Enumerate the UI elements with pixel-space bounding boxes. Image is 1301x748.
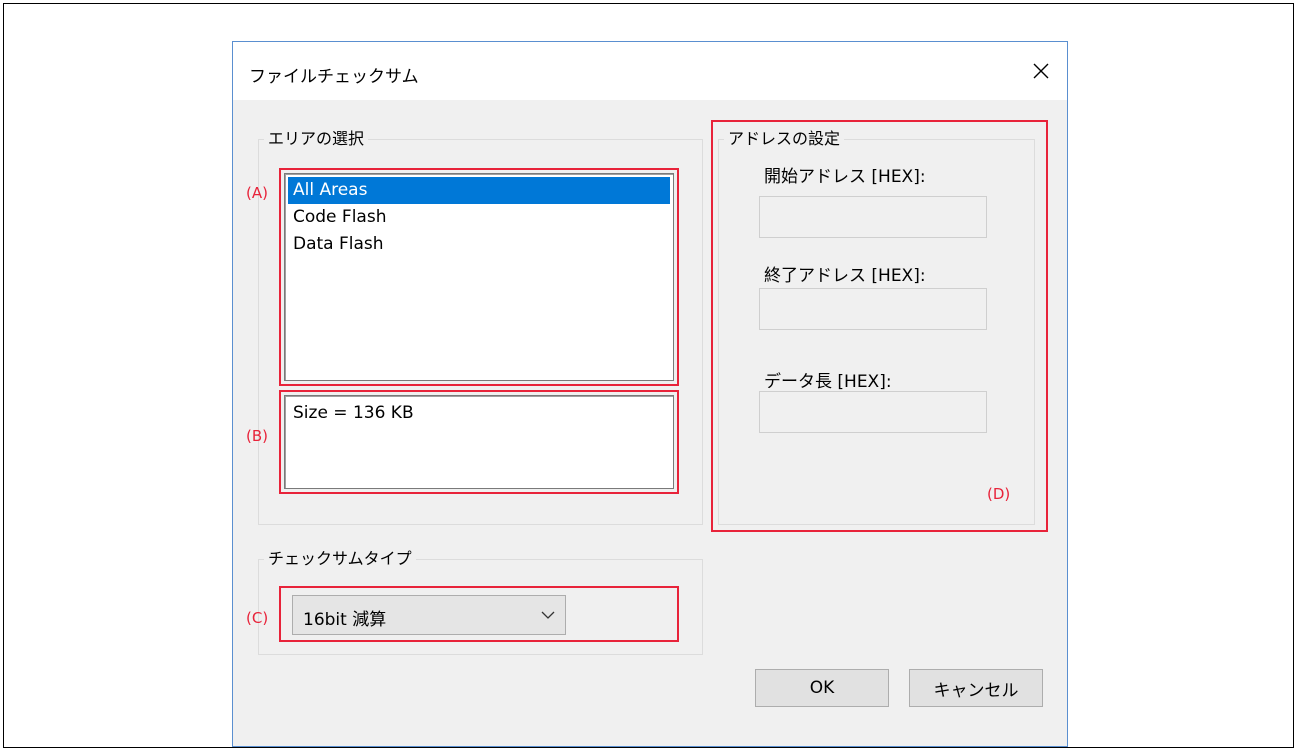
area-selection-legend: エリアの選択 (264, 128, 369, 150)
list-item-data-flash[interactable]: Data Flash (288, 231, 670, 258)
checksum-type-legend: チェックサムタイプ (264, 548, 416, 570)
ok-button[interactable]: OK (755, 669, 889, 707)
checksum-type-value: 16bit 減算 (303, 610, 387, 630)
annotation-label-b: (B) (246, 427, 268, 445)
end-address-input[interactable] (759, 288, 987, 330)
area-size-text: Size = 136 KB (293, 403, 414, 423)
file-checksum-dialog: ファイルチェックサム エリアの選択 (A) All Areas Code Fla… (232, 41, 1068, 747)
area-size-display: Size = 136 KB (284, 395, 674, 489)
start-address-label: 開始アドレス [HEX]: (764, 167, 926, 187)
end-address-label: 終了アドレス [HEX]: (764, 266, 926, 286)
list-item-all-areas[interactable]: All Areas (288, 177, 670, 204)
data-length-input[interactable] (759, 391, 987, 433)
annotation-label-c: (C) (246, 609, 269, 627)
annotation-label-a: (A) (246, 184, 268, 202)
title-bar: ファイルチェックサム (233, 42, 1067, 100)
start-address-input[interactable] (759, 196, 987, 238)
checksum-type-select[interactable]: 16bit 減算 (292, 595, 566, 635)
dialog-title: ファイルチェックサム (249, 67, 419, 87)
list-item-code-flash[interactable]: Code Flash (288, 204, 670, 231)
area-listbox[interactable]: All Areas Code Flash Data Flash (284, 173, 674, 381)
annotation-label-d: (D) (987, 485, 1011, 503)
chevron-down-icon (541, 611, 555, 619)
cancel-button[interactable]: キャンセル (909, 669, 1043, 707)
close-icon (1033, 63, 1049, 79)
data-length-label: データ長 [HEX]: (764, 372, 892, 392)
close-button[interactable] (1023, 54, 1059, 88)
